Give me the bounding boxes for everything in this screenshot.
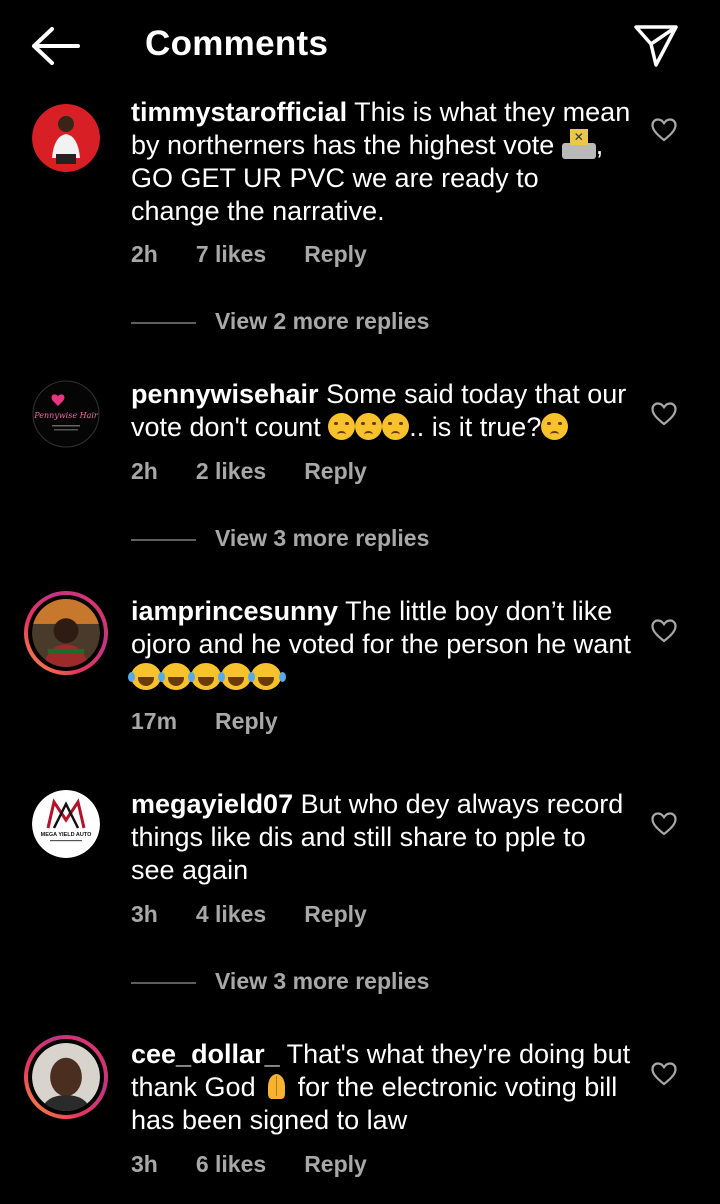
crying-face-emoji-icon (355, 413, 383, 440)
crying-face-emoji-icon (541, 413, 569, 440)
heart-outline-icon (651, 118, 677, 142)
ballot-box-emoji-icon (561, 129, 596, 159)
avatar[interactable] (24, 1035, 108, 1119)
like-button[interactable] (651, 118, 677, 142)
divider (131, 322, 196, 324)
back-button[interactable] (30, 26, 82, 66)
tears-of-joy-emoji-icon (218, 663, 251, 690)
avatar[interactable] (24, 96, 108, 180)
tears-of-joy-emoji-icon (158, 663, 191, 690)
heart-outline-icon (651, 812, 677, 836)
reply-button[interactable]: Reply (304, 901, 367, 927)
header-bar: Comments (0, 0, 720, 92)
comment-text: pennywisehair Some said today that our v… (131, 378, 631, 444)
comment-likes[interactable]: 7 likes (196, 241, 266, 267)
comment-username[interactable]: megayield07 (131, 789, 293, 819)
comment-likes[interactable]: 2 likes (196, 458, 266, 484)
share-button[interactable] (632, 22, 680, 70)
like-button[interactable] (651, 812, 677, 836)
comment-username[interactable]: pennywisehair (131, 379, 319, 409)
crying-face-emoji-icon (382, 413, 410, 440)
heart-outline-icon (651, 1062, 677, 1086)
comment-meta: 3h 6 likes Reply (131, 1151, 405, 1178)
avatar-story-ring (28, 1039, 104, 1115)
avatar-logo-text: Pennywise Hair (33, 411, 99, 420)
comment-text: iamprincesunny The little boy don’t like… (128, 595, 631, 694)
folded-hands-emoji-icon (263, 1073, 290, 1100)
view-replies-label[interactable]: View 2 more replies (215, 308, 429, 335)
avatar-logo: Pennywise Hair (32, 380, 100, 448)
avatar[interactable]: MEGA YIELD AUTO (24, 782, 108, 866)
comment-time: 17m (131, 708, 178, 734)
paper-plane-icon (634, 25, 678, 67)
arrow-left-icon (32, 27, 80, 65)
divider (131, 982, 196, 984)
view-replies-label[interactable]: View 3 more replies (215, 525, 429, 552)
tears-of-joy-emoji-icon (128, 663, 161, 690)
comment-time: 3h (131, 1151, 158, 1177)
avatar-logo-text: MEGA YIELD AUTO (41, 832, 92, 838)
page-title: Comments (145, 24, 329, 63)
comment-body: .. is it true? (409, 412, 542, 442)
comment-text: timmystarofficial This is what they mean… (131, 96, 631, 228)
comment-username[interactable]: iamprincesunny (131, 596, 338, 626)
reply-button[interactable]: Reply (215, 708, 278, 734)
comment-text: megayield07 But who dey always record th… (131, 788, 631, 887)
comment-time: 3h (131, 901, 158, 927)
comment-username[interactable]: cee_dollar_ (131, 1039, 280, 1069)
comment-meta: 2h 2 likes Reply (131, 458, 405, 485)
comment-username[interactable]: timmystarofficial (131, 97, 347, 127)
comment-meta: 17m Reply (131, 708, 316, 735)
divider (131, 539, 196, 541)
reply-button[interactable]: Reply (304, 458, 367, 484)
comment-likes[interactable]: 4 likes (196, 901, 266, 927)
comment-likes[interactable]: 6 likes (196, 1151, 266, 1177)
tears-of-joy-emoji-icon (248, 663, 281, 690)
avatar-logo: MEGA YIELD AUTO (32, 790, 100, 858)
heart-outline-icon (651, 619, 677, 643)
avatar-photo (32, 599, 100, 667)
view-replies-label[interactable]: View 3 more replies (215, 968, 429, 995)
comment-time: 2h (131, 458, 158, 484)
comment-text: cee_dollar_ That's what they're doing bu… (131, 1038, 631, 1137)
reply-button[interactable]: Reply (304, 1151, 367, 1177)
comment-meta: 2h 7 likes Reply (131, 241, 405, 268)
like-button[interactable] (651, 1062, 677, 1086)
heart-outline-icon (651, 402, 677, 426)
avatar-story-ring (28, 595, 104, 671)
comment-time: 2h (131, 241, 158, 267)
comment-meta: 3h 4 likes Reply (131, 901, 405, 928)
avatar-photo (32, 1043, 100, 1111)
like-button[interactable] (651, 619, 677, 643)
avatar-photo (32, 104, 100, 172)
avatar[interactable] (24, 591, 108, 675)
avatar[interactable]: Pennywise Hair (24, 372, 108, 456)
crying-face-emoji-icon (328, 413, 356, 440)
like-button[interactable] (651, 402, 677, 426)
reply-button[interactable]: Reply (304, 241, 367, 267)
tears-of-joy-emoji-icon (188, 663, 221, 690)
